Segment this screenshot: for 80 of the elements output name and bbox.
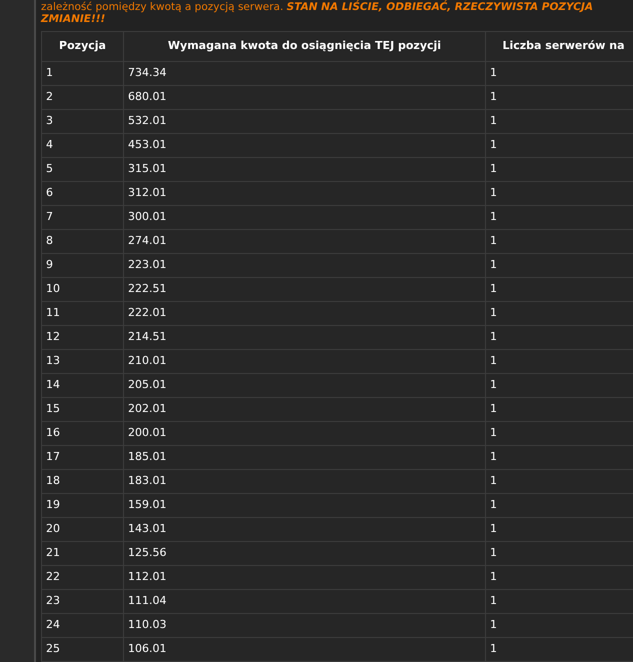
- table-cell: 1: [486, 374, 633, 398]
- table-cell: 1: [486, 614, 633, 638]
- table-cell: 1: [486, 566, 633, 590]
- table-cell: 15: [42, 398, 124, 422]
- table-cell: 214.51: [124, 326, 486, 350]
- table-cell: 24: [42, 614, 124, 638]
- table-cell: 1: [486, 158, 633, 182]
- table-cell: 5: [42, 158, 124, 182]
- table-cell: 1: [486, 638, 633, 662]
- table-cell: 1: [486, 326, 633, 350]
- table-cell: 125.56: [124, 542, 486, 566]
- table-cell: 8: [42, 230, 124, 254]
- table-cell: 1: [486, 278, 633, 302]
- table-cell: 532.01: [124, 110, 486, 134]
- table-cell: 13: [42, 350, 124, 374]
- table-cell: 1: [486, 206, 633, 230]
- table-cell: 9: [42, 254, 124, 278]
- table-cell: 7: [42, 206, 124, 230]
- table-cell: 1: [486, 134, 633, 158]
- column-header: Pozycja: [42, 32, 124, 62]
- column-header: Wymagana kwota do osiągnięcia TEJ pozycji: [124, 32, 486, 62]
- table-cell: 300.01: [124, 206, 486, 230]
- table-cell: 202.01: [124, 398, 486, 422]
- column-header: Liczba serwerów na: [486, 32, 633, 62]
- table-cell: 1: [486, 86, 633, 110]
- table-cell: 10: [42, 278, 124, 302]
- table-cell: 14: [42, 374, 124, 398]
- table-cell: 110.03: [124, 614, 486, 638]
- table-cell: 200.01: [124, 422, 486, 446]
- notice-text: ZMIANIE!!!: [41, 13, 106, 25]
- table-cell: 315.01: [124, 158, 486, 182]
- table-cell: 183.01: [124, 470, 486, 494]
- table-cell: 223.01: [124, 254, 486, 278]
- table-cell: 1: [486, 110, 633, 134]
- table-cell: 680.01: [124, 86, 486, 110]
- table-cell: 17: [42, 446, 124, 470]
- table-cell: 734.34: [124, 62, 486, 86]
- table-cell: 1: [42, 62, 124, 86]
- notice-text: zależność pomiędzy kwotą a pozycją serwera. STAN NA LIŚCIE, ODBIEGAĆ, RZECZYWISTA POZYCJA: [41, 1, 594, 13]
- table-cell: 19: [42, 494, 124, 518]
- table-cell: 1: [486, 302, 633, 326]
- table-cell: 1: [486, 446, 633, 470]
- table-cell: 11: [42, 302, 124, 326]
- table-cell: 16: [42, 422, 124, 446]
- table-cell: 22: [42, 566, 124, 590]
- table-cell: 1: [486, 230, 633, 254]
- table-cell: 1: [486, 518, 633, 542]
- table-cell: 453.01: [124, 134, 486, 158]
- table-cell: 1: [486, 182, 633, 206]
- table-cell: 20: [42, 518, 124, 542]
- table-cell: 222.51: [124, 278, 486, 302]
- table-cell: 222.01: [124, 302, 486, 326]
- table-cell: 1: [486, 350, 633, 374]
- table-cell: 106.01: [124, 638, 486, 662]
- table-cell: 205.01: [124, 374, 486, 398]
- table-cell: 1: [486, 542, 633, 566]
- table-cell: 143.01: [124, 518, 486, 542]
- table-cell: 18: [42, 470, 124, 494]
- table-cell: 1: [486, 254, 633, 278]
- table-cell: 112.01: [124, 566, 486, 590]
- table-cell: 1: [486, 470, 633, 494]
- table-cell: 159.01: [124, 494, 486, 518]
- table-cell: 1: [486, 398, 633, 422]
- table-cell: 2: [42, 86, 124, 110]
- table-cell: 25: [42, 638, 124, 662]
- table-cell: 210.01: [124, 350, 486, 374]
- table-cell: 4: [42, 134, 124, 158]
- table-cell: 3: [42, 110, 124, 134]
- table-cell: 312.01: [124, 182, 486, 206]
- table-cell: 21: [42, 542, 124, 566]
- table-cell: 1: [486, 494, 633, 518]
- table-cell: 1: [486, 422, 633, 446]
- table-cell: 1: [486, 590, 633, 614]
- table-cell: 23: [42, 590, 124, 614]
- table-cell: 12: [42, 326, 124, 350]
- table-cell: 6: [42, 182, 124, 206]
- table-cell: 274.01: [124, 230, 486, 254]
- table-cell: 1: [486, 62, 633, 86]
- table-cell: 185.01: [124, 446, 486, 470]
- table-cell: 111.04: [124, 590, 486, 614]
